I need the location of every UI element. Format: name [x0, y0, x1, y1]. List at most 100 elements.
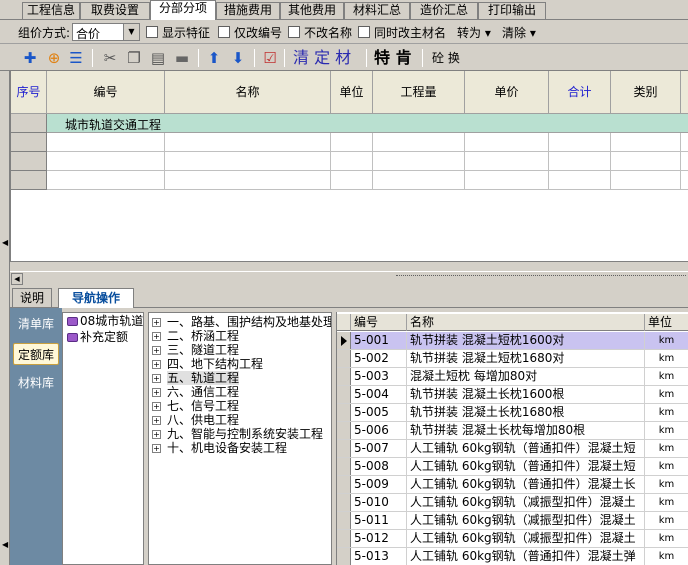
splitter[interactable]: [10, 261, 688, 271]
col-header-seq[interactable]: 序号: [11, 71, 47, 114]
tree-item-selected[interactable]: + 五、轨道工程: [152, 371, 240, 385]
list-item[interactable]: 5-012 人工铺轨 60kg钢轨（减振型扣件）混凝土 km: [337, 530, 688, 548]
list-item[interactable]: 5-008 人工铺轨 60kg钢轨（普通扣件）混凝土短 km: [337, 458, 688, 476]
indent-icon[interactable]: ☰: [66, 48, 86, 68]
row-indicator[interactable]: [337, 476, 351, 493]
row-header[interactable]: [11, 114, 47, 133]
tab-sub-items[interactable]: 分部分项: [150, 0, 216, 20]
row-header[interactable]: [11, 133, 47, 152]
list-item[interactable]: 5-004 轨节拼装 混凝土长枕1600根 km: [337, 386, 688, 404]
tab-fee-settings[interactable]: 取费设置: [80, 2, 150, 19]
concrete-replace-button[interactable]: 砼 换: [432, 47, 460, 69]
no-change-name-checkbox[interactable]: [288, 26, 300, 38]
checklist-icon[interactable]: ☑: [260, 48, 280, 68]
col-header-code[interactable]: 编号: [47, 71, 165, 114]
expand-icon[interactable]: +: [152, 388, 161, 397]
row-indicator[interactable]: [337, 458, 351, 475]
list-item[interactable]: 5-007 人工铺轨 60kg钢轨（普通扣件）混凝土短 km: [337, 440, 688, 458]
list-item[interactable]: 5-013 人工铺轨 60kg钢轨（普通扣件）混凝土弹 km: [337, 548, 688, 565]
col-header-category[interactable]: 类别: [611, 71, 681, 114]
expand-icon[interactable]: +: [152, 402, 161, 411]
tab-other-fees[interactable]: 其他费用: [280, 2, 344, 19]
move-up-icon[interactable]: ⬆: [204, 48, 224, 68]
special-button[interactable]: 特 肯: [374, 47, 412, 69]
library-item[interactable]: 补充定额: [67, 329, 143, 345]
expand-icon[interactable]: +: [152, 318, 161, 327]
tree-item[interactable]: + 四、地下结构工程: [152, 357, 263, 371]
tab-cost-summary[interactable]: 造价汇总: [410, 2, 478, 19]
tab-description[interactable]: 说明: [12, 288, 52, 308]
collapse-left-icon[interactable]: ◀: [2, 540, 8, 549]
expand-icon[interactable]: +: [152, 444, 161, 453]
scroll-left-icon[interactable]: ◀: [11, 273, 23, 285]
add-icon[interactable]: ✚: [20, 48, 40, 68]
only-change-code-checkbox[interactable]: [218, 26, 230, 38]
copy-icon[interactable]: ❐: [124, 48, 144, 68]
convert-menu[interactable]: 转为 ▾: [457, 24, 491, 41]
list-item[interactable]: 5-011 人工铺轨 60kg钢轨（减振型扣件）混凝土 km: [337, 512, 688, 530]
row-indicator[interactable]: [337, 494, 351, 511]
list-item[interactable]: 5-010 人工铺轨 60kg钢轨（减振型扣件）混凝土 km: [337, 494, 688, 512]
tab-project-info[interactable]: 工程信息: [22, 2, 80, 19]
cut-icon[interactable]: ✂: [100, 48, 120, 68]
tree-item[interactable]: + 十、机电设备安装工程: [152, 441, 287, 455]
tree-item[interactable]: + 一、路基、围护结构及地基处理: [152, 315, 331, 329]
expand-icon[interactable]: +: [152, 346, 161, 355]
expand-icon[interactable]: +: [152, 430, 161, 439]
row-indicator[interactable]: [337, 440, 351, 457]
col-header-quantity[interactable]: 工程量: [373, 71, 465, 114]
row-indicator[interactable]: [337, 350, 351, 367]
list-col-code[interactable]: 编号: [351, 314, 407, 331]
pricing-select[interactable]: 合价 ▼: [72, 23, 140, 41]
expand-icon[interactable]: +: [152, 374, 161, 383]
sidenav-item-material-library[interactable]: 材料库: [13, 372, 59, 394]
list-quota-material-button[interactable]: 清 定 材: [293, 47, 351, 69]
sync-main-material-checkbox[interactable]: [358, 26, 370, 38]
list-item[interactable]: 5-006 轨节拼装 混凝土长枕每增加80根 km: [337, 422, 688, 440]
tree-item[interactable]: + 二、桥涵工程: [152, 329, 239, 343]
expand-icon[interactable]: +: [152, 416, 161, 425]
scroll-thumb[interactable]: [396, 275, 686, 279]
delete-icon[interactable]: ▬: [172, 48, 192, 68]
tree-item[interactable]: + 七、信号工程: [152, 399, 239, 413]
chevron-down-icon[interactable]: ▼: [123, 24, 139, 40]
list-item[interactable]: 5-001 轨节拼装 混凝土短枕1600对 km: [337, 332, 688, 350]
list-item[interactable]: 5-003 混凝土短枕 每增加80对 km: [337, 368, 688, 386]
row-indicator[interactable]: [337, 332, 351, 349]
col-header-name[interactable]: 名称: [165, 71, 331, 114]
row-indicator[interactable]: [337, 530, 351, 547]
list-col-unit[interactable]: 单位: [645, 314, 688, 331]
tree-item[interactable]: + 九、智能与控制系统安装工程: [152, 427, 323, 441]
insert-child-icon[interactable]: ⊕: [44, 48, 64, 68]
row-header[interactable]: [11, 152, 47, 171]
row-indicator[interactable]: [337, 512, 351, 529]
clear-menu[interactable]: 清除 ▾: [502, 24, 536, 41]
tree-item[interactable]: + 八、供电工程: [152, 413, 239, 427]
list-col-name[interactable]: 名称: [407, 314, 645, 331]
sidenav-item-bill-library[interactable]: 清单库: [13, 313, 59, 335]
tab-material-summary[interactable]: 材料汇总: [344, 2, 410, 19]
row-indicator[interactable]: [337, 368, 351, 385]
move-down-icon[interactable]: ⬇: [228, 48, 248, 68]
tab-print-output[interactable]: 打印输出: [478, 2, 546, 19]
row-indicator[interactable]: [337, 386, 351, 403]
tree-item[interactable]: + 六、通信工程: [152, 385, 239, 399]
tree-item[interactable]: + 三、隧道工程: [152, 343, 239, 357]
collapse-left-icon[interactable]: ◀: [2, 238, 8, 247]
list-item[interactable]: 5-002 轨节拼装 混凝土短枕1680对 km: [337, 350, 688, 368]
table-row[interactable]: [47, 152, 688, 171]
col-header-price[interactable]: 单价: [465, 71, 549, 114]
show-features-checkbox[interactable]: [146, 26, 158, 38]
tab-measure-fees[interactable]: 措施费用: [216, 2, 280, 19]
library-item[interactable]: 08城市轨道: [67, 313, 143, 329]
row-indicator[interactable]: [337, 404, 351, 421]
col-header-unit[interactable]: 单位: [331, 71, 373, 114]
paste-icon[interactable]: ▤: [148, 48, 168, 68]
col-header-total[interactable]: 合计: [549, 71, 611, 114]
list-item[interactable]: 5-009 人工铺轨 60kg钢轨（普通扣件）混凝土长 km: [337, 476, 688, 494]
expand-icon[interactable]: +: [152, 332, 161, 341]
row-header[interactable]: [11, 171, 47, 190]
table-row[interactable]: [47, 133, 688, 152]
table-row[interactable]: [47, 171, 688, 190]
sidenav-item-quota-library[interactable]: 定额库: [13, 343, 59, 365]
